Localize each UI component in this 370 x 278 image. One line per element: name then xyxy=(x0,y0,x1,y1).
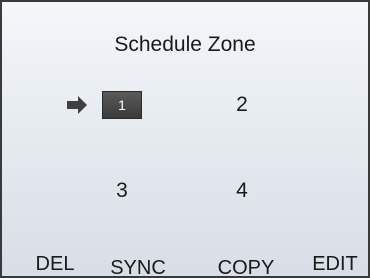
screen-title: Schedule Zone xyxy=(114,33,256,56)
zone-3-button[interactable]: 3 xyxy=(107,178,137,204)
arrow-right-icon xyxy=(67,96,87,114)
schedule-zone-screen: Schedule Zone 1 2 3 4 DEL SYNC COPY EDIT xyxy=(0,0,370,278)
edit-softkey[interactable]: EDIT xyxy=(306,252,364,275)
copy-softkey[interactable]: COPY xyxy=(211,256,281,278)
zone-4-button[interactable]: 4 xyxy=(227,178,257,204)
zone-2-button[interactable]: 2 xyxy=(227,92,257,118)
zone-1-button[interactable]: 1 xyxy=(102,91,142,119)
del-softkey[interactable]: DEL xyxy=(30,252,80,275)
sync-softkey[interactable]: SYNC xyxy=(105,256,171,278)
